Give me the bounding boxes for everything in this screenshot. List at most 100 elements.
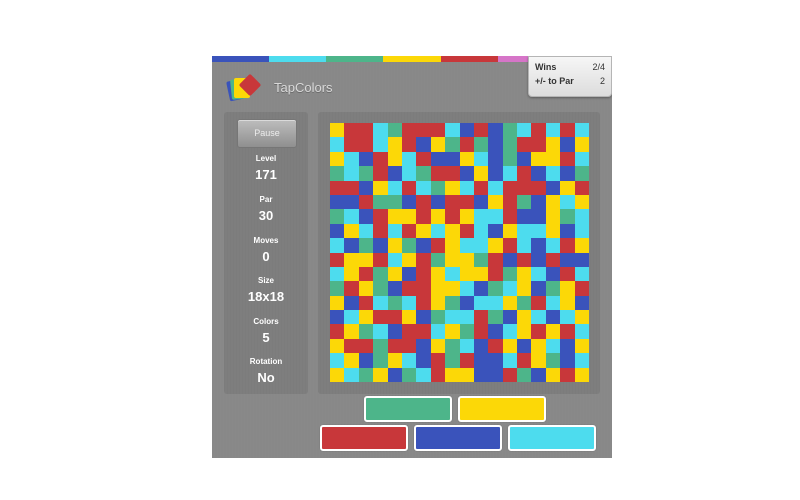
board-cell xyxy=(560,123,575,138)
board-cell xyxy=(344,338,359,354)
board-cell xyxy=(330,310,345,325)
color-button-green[interactable] xyxy=(364,396,452,422)
board-cell xyxy=(416,310,431,325)
board-cell xyxy=(473,338,489,354)
board-cell xyxy=(416,137,431,152)
board-cell xyxy=(373,338,388,354)
stat-value: 5 xyxy=(262,330,270,345)
board-cell xyxy=(459,180,474,195)
board-cell xyxy=(488,324,503,339)
board-cell xyxy=(401,281,417,296)
board-cell xyxy=(373,252,388,267)
board-cell xyxy=(358,166,374,181)
board-cell xyxy=(373,238,388,253)
board-cell xyxy=(545,137,561,152)
board-cell xyxy=(531,338,546,354)
board-cell xyxy=(517,238,532,253)
board-cell xyxy=(517,252,532,267)
board-cell xyxy=(416,194,431,210)
board-cell xyxy=(430,266,446,282)
board-cell xyxy=(387,137,402,152)
par-diff-value: 2 xyxy=(599,76,605,86)
board-cell xyxy=(358,123,374,138)
board-cell xyxy=(545,209,561,224)
board-cell xyxy=(344,223,359,239)
board-cell xyxy=(344,324,359,339)
board-cell xyxy=(517,266,532,282)
pause-button[interactable]: Pause xyxy=(237,119,297,148)
board-cell xyxy=(344,180,359,195)
board-cell xyxy=(373,223,388,239)
board-cell xyxy=(401,166,417,181)
board-cell xyxy=(387,209,402,224)
board-cell xyxy=(459,353,474,368)
board-cell xyxy=(560,166,575,181)
board-cell xyxy=(459,281,474,296)
board-cell xyxy=(574,353,589,368)
board-cell xyxy=(531,151,546,167)
board-cell xyxy=(416,353,431,368)
board-cell xyxy=(373,266,388,282)
board-cell xyxy=(502,223,518,239)
board-cell xyxy=(545,194,561,210)
board-cell xyxy=(473,353,489,368)
board-cell xyxy=(473,252,489,267)
board-cell xyxy=(344,266,359,282)
board-cell xyxy=(517,295,532,311)
board-cell xyxy=(502,137,518,152)
color-button-blue[interactable] xyxy=(414,425,502,451)
board-cell xyxy=(574,209,589,224)
stat-value: No xyxy=(257,370,275,385)
board-cell xyxy=(459,338,474,354)
tapcolors-logo-icon xyxy=(226,74,261,102)
board-cell xyxy=(387,281,402,296)
board-cell xyxy=(330,180,345,195)
board-cell xyxy=(387,123,402,138)
board-cell xyxy=(416,151,431,167)
board-cell xyxy=(517,151,532,167)
stats-sidebar: Pause Level 171 Par 30 Moves 0 Size 18x1… xyxy=(224,112,308,394)
board-cell xyxy=(445,324,460,339)
board-cell xyxy=(531,223,546,239)
board-cell xyxy=(574,295,589,311)
board-cell xyxy=(373,180,388,195)
game-window: TapColors Wins 2/4 +/- to Par 2 Pause Le… xyxy=(212,56,612,458)
board-cell xyxy=(459,137,474,152)
board-cell xyxy=(488,252,503,267)
board-cell xyxy=(330,137,345,152)
game-board[interactable] xyxy=(330,123,589,382)
board-cell xyxy=(473,295,489,311)
board-cell xyxy=(430,194,446,210)
board-cell xyxy=(488,223,503,239)
board-cell xyxy=(459,194,474,210)
stat-moves: Moves 0 xyxy=(224,236,308,266)
board-cell xyxy=(387,324,402,339)
board-cell xyxy=(445,266,460,282)
board-cell xyxy=(445,180,460,195)
board-cell xyxy=(401,238,417,253)
board-cell xyxy=(502,266,518,282)
board-cell xyxy=(531,324,546,339)
board-cell xyxy=(401,252,417,267)
board-cell xyxy=(416,252,431,267)
board-cell xyxy=(344,281,359,296)
board-cell xyxy=(531,238,546,253)
color-button-cyan[interactable] xyxy=(508,425,596,451)
color-button-yellow[interactable] xyxy=(458,396,546,422)
board-cell xyxy=(330,295,345,311)
board-cell xyxy=(545,266,561,282)
board-cell xyxy=(387,266,402,282)
board-cell xyxy=(502,166,518,181)
wins-label: Wins xyxy=(535,62,557,72)
board-cell xyxy=(430,338,446,354)
board-frame xyxy=(318,112,600,394)
board-cell xyxy=(358,266,374,282)
board-cell xyxy=(560,266,575,282)
board-cell xyxy=(330,367,345,382)
board-cell xyxy=(574,151,589,167)
color-button-red[interactable] xyxy=(320,425,408,451)
board-cell xyxy=(488,281,503,296)
board-cell xyxy=(531,367,546,382)
board-cell xyxy=(502,295,518,311)
board-cell xyxy=(401,223,417,239)
